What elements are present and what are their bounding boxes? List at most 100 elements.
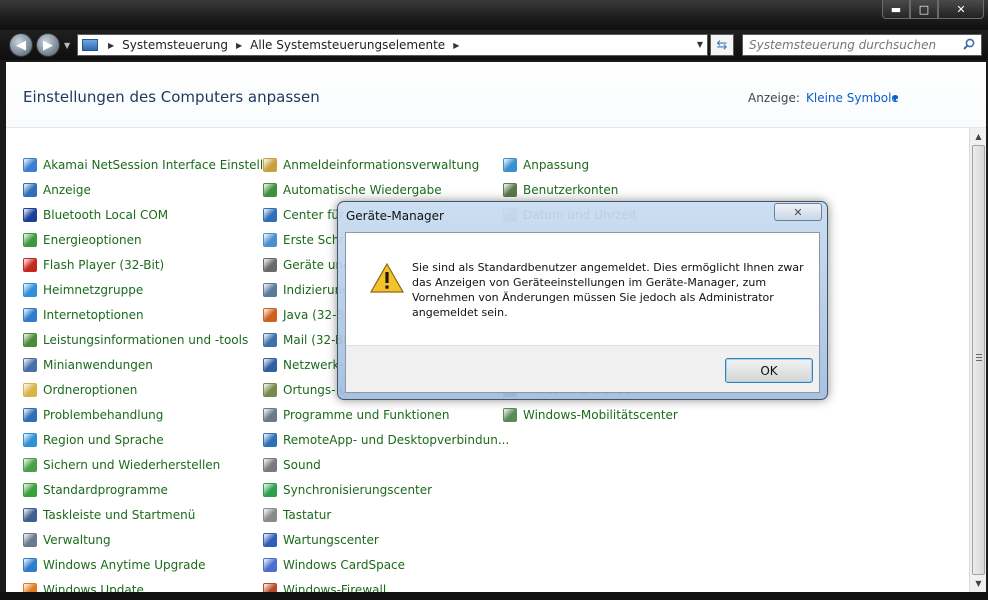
chevron-right-icon[interactable]: ▶ xyxy=(108,41,114,50)
view-mode-selector[interactable]: Kleine Symbole xyxy=(806,91,899,105)
control-panel-item[interactable]: Anmeldeinformationsverwaltung xyxy=(263,152,479,177)
address-dropdown-icon[interactable]: ▼ xyxy=(697,40,703,49)
mail-icon xyxy=(263,332,277,347)
ok-button[interactable]: OK xyxy=(725,358,813,383)
chevron-right-icon[interactable]: ▶ xyxy=(453,41,459,50)
java-icon xyxy=(263,307,277,322)
location-icon xyxy=(263,382,277,397)
control-panel-item[interactable]: Sichern und Wiederherstellen xyxy=(23,452,220,477)
control-panel-item[interactable]: Region und Sprache xyxy=(23,427,164,452)
troubleshooting-icon xyxy=(23,407,37,422)
bluetooth-icon xyxy=(23,207,37,222)
content-header: Einstellungen des Computers anpassen Anz… xyxy=(6,62,986,128)
chevron-right-icon[interactable]: ▶ xyxy=(236,41,242,50)
control-panel-icon xyxy=(82,39,98,51)
control-panel-item[interactable]: Flash Player (32-Bit) xyxy=(23,252,164,277)
sound-icon xyxy=(263,457,277,472)
control-panel-item-label: Heimnetzgruppe xyxy=(43,282,144,297)
control-panel-item-label: Energieoptionen xyxy=(43,232,142,247)
warning-icon xyxy=(370,263,404,293)
view-mode-dropdown-icon[interactable]: ▼ xyxy=(892,94,898,103)
search-input[interactable] xyxy=(743,35,953,55)
scroll-down-icon[interactable]: ▼ xyxy=(970,575,987,592)
control-panel-item[interactable]: Sound xyxy=(263,452,321,477)
cardspace-icon xyxy=(263,557,277,572)
control-panel-item-label: Anzeige xyxy=(43,182,91,197)
control-panel-item[interactable]: Verwaltung xyxy=(23,527,111,552)
credential-manager-icon xyxy=(263,157,277,172)
control-panel-item-label: RemoteApp- und Desktopverbindun... xyxy=(283,432,510,447)
vertical-scrollbar[interactable]: ▲ ▼ xyxy=(969,128,986,592)
breadcrumb-alle-elemente[interactable]: Alle Systemsteuerungselemente xyxy=(250,38,445,52)
control-panel-item-label: Automatische Wiedergabe xyxy=(283,182,442,197)
minimize-button[interactable]: ▬ xyxy=(882,0,910,19)
control-panel-item-label: Programme und Funktionen xyxy=(283,407,450,422)
folder-options-icon xyxy=(23,382,37,397)
personalization-icon xyxy=(503,157,517,172)
control-panel-item[interactable]: Benutzerkonten xyxy=(503,177,618,202)
control-panel-item-label: Tastatur xyxy=(283,507,332,522)
back-button[interactable]: ◀ xyxy=(9,33,33,57)
address-bar[interactable]: ▶ Systemsteuerung ▶ Alle Systemsteuerung… xyxy=(77,34,708,56)
close-button[interactable]: ✕ xyxy=(938,0,984,19)
control-panel-item[interactable]: Programme und Funktionen xyxy=(263,402,450,427)
control-panel-item-label: Anpassung xyxy=(523,157,590,172)
control-panel-item-label: Wartungscenter xyxy=(283,532,379,547)
scroll-thumb[interactable] xyxy=(972,145,985,575)
control-panel-item[interactable]: Bluetooth Local COM xyxy=(23,202,168,227)
forward-button[interactable]: ▶ xyxy=(36,33,60,57)
dialog-close-button[interactable]: ✕ xyxy=(774,203,822,221)
control-panel-item[interactable]: Anpassung xyxy=(503,152,589,177)
dialog-footer: OK xyxy=(346,345,819,392)
control-panel-item[interactable]: Energieoptionen xyxy=(23,227,142,252)
network-icon xyxy=(263,357,277,372)
dialog-body: Sie sind als Standardbenutzer angemeldet… xyxy=(345,232,820,393)
control-panel-item[interactable]: Automatische Wiedergabe xyxy=(263,177,442,202)
caption-buttons: ▬ □ ✕ xyxy=(882,0,984,19)
control-panel-item-label: Verwaltung xyxy=(43,532,111,547)
control-panel-item[interactable]: RemoteApp- und Desktopverbindun... xyxy=(263,427,509,452)
control-panel-item[interactable]: Anzeige xyxy=(23,177,91,202)
control-panel-item-label: Windows-Mobilitätscenter xyxy=(523,407,678,422)
control-panel-item[interactable]: Problembehandlung xyxy=(23,402,163,427)
control-panel-item[interactable]: Internetoptionen xyxy=(23,302,144,327)
anytime-upgrade-icon xyxy=(23,557,37,572)
recent-pages-dropdown-icon[interactable]: ▼ xyxy=(64,41,70,50)
control-panel-item[interactable]: Wartungscenter xyxy=(263,527,379,552)
control-panel-item-label: Standardprogramme xyxy=(43,482,168,497)
search-box[interactable] xyxy=(742,34,982,56)
control-panel-item[interactable]: Tastatur xyxy=(263,502,331,527)
control-panel-item[interactable]: Heimnetzgruppe xyxy=(23,277,143,302)
refresh-button[interactable]: ⇆ xyxy=(710,34,734,56)
search-icon[interactable] xyxy=(963,38,975,50)
mobility-center-icon xyxy=(503,407,517,422)
homegroup-icon xyxy=(23,282,37,297)
maximize-button[interactable]: □ xyxy=(910,0,938,19)
page-title: Einstellungen des Computers anpassen xyxy=(23,88,320,106)
control-panel-item[interactable]: Minianwendungen xyxy=(23,352,153,377)
control-panel-item[interactable]: Windows CardSpace xyxy=(263,552,405,577)
remoteapp-icon xyxy=(263,432,277,447)
control-panel-item-label: Sichern und Wiederherstellen xyxy=(43,457,221,472)
control-panel-item[interactable]: Synchronisierungscenter xyxy=(263,477,432,502)
devices-icon xyxy=(263,257,277,272)
control-panel-item-label: Sound xyxy=(283,457,321,472)
gadgets-icon xyxy=(23,357,37,372)
user-accounts-icon xyxy=(503,182,517,197)
control-panel-item[interactable]: Akamai NetSession Interface Einstell... xyxy=(23,152,275,177)
dialog-message: Sie sind als Standardbenutzer angemeldet… xyxy=(412,261,804,319)
control-panel-item-label: Benutzerkonten xyxy=(523,182,619,197)
control-panel-item[interactable]: Taskleiste und Startmenü xyxy=(23,502,195,527)
akamai-icon xyxy=(23,157,37,172)
control-panel-item-label: Windows CardSpace xyxy=(283,557,406,572)
window-titlebar: ▬ □ ✕ xyxy=(0,0,988,30)
control-panel-item[interactable]: Leistungsinformationen und -tools xyxy=(23,327,248,352)
control-panel-item[interactable]: Standardprogramme xyxy=(23,477,168,502)
breadcrumb-systemsteuerung[interactable]: Systemsteuerung xyxy=(122,38,228,52)
scroll-up-icon[interactable]: ▲ xyxy=(970,128,987,145)
action-center-icon xyxy=(263,532,277,547)
grip-icon xyxy=(976,354,982,361)
control-panel-item[interactable]: Ordneroptionen xyxy=(23,377,137,402)
control-panel-item[interactable]: Windows-Mobilitätscenter xyxy=(503,402,678,427)
control-panel-item[interactable]: Windows Anytime Upgrade xyxy=(23,552,206,577)
